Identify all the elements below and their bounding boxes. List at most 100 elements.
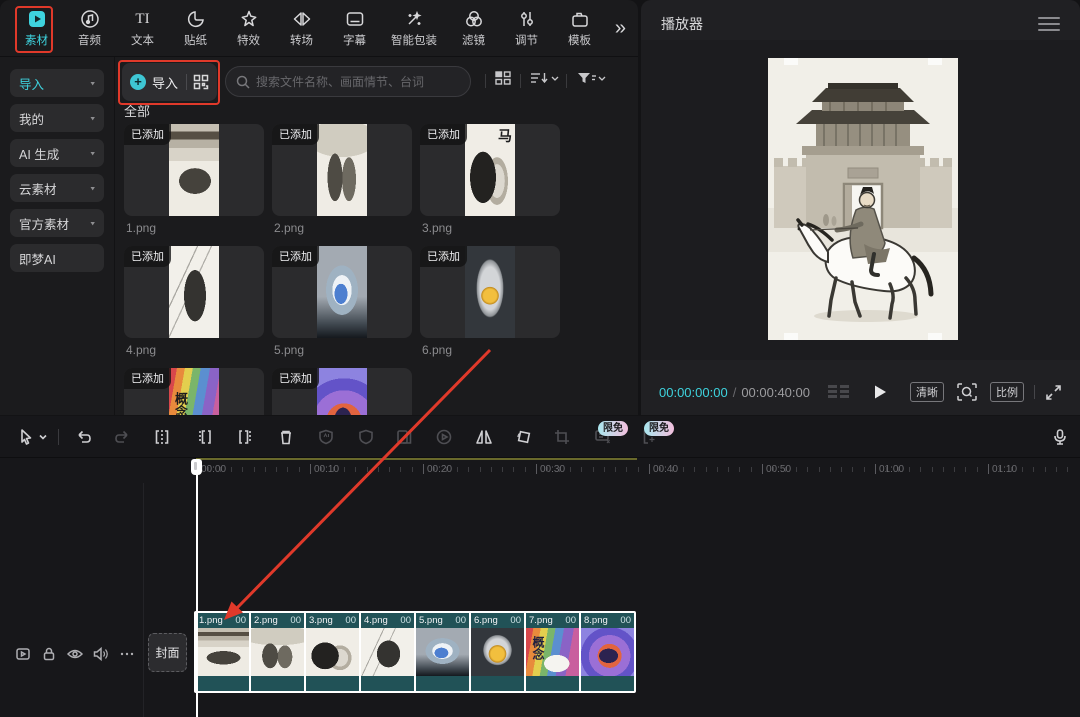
section-label-all: 全部 — [124, 101, 150, 120]
shield-icon[interactable] — [354, 425, 378, 449]
ruler-tick-minor — [999, 467, 1000, 472]
rotate-icon[interactable] — [512, 425, 536, 449]
ruler-tick-minor — [378, 467, 379, 472]
sidebar-item-ai-generate[interactable]: AI 生成▾ — [10, 139, 104, 167]
mute-track-icon[interactable] — [92, 645, 110, 663]
timeline-clip-2[interactable]: 2.png00 — [251, 613, 304, 691]
media-card-7[interactable]: 概念 已添加 — [124, 368, 264, 415]
filter-funnel-icon[interactable] — [576, 69, 606, 92]
added-badge: 已添加 — [272, 368, 319, 389]
sticker-icon — [185, 8, 207, 30]
player-menu-icon[interactable] — [1038, 17, 1060, 31]
ruler-tick-minor — [965, 467, 966, 472]
ruler-tick-major — [988, 464, 989, 474]
nav-subtitle[interactable]: 字幕 — [328, 8, 381, 48]
nav-text[interactable]: TI 文本 — [116, 8, 169, 48]
grid-view-icon[interactable] — [494, 69, 512, 92]
nav-material[interactable]: 素材 — [10, 8, 63, 48]
media-card-2[interactable]: 已添加 — [272, 124, 412, 216]
divider — [485, 74, 486, 88]
clip-thumbnail — [251, 628, 304, 676]
nav-more-chevron[interactable]: » — [615, 17, 624, 40]
ruler-tick-minor — [1022, 467, 1023, 472]
clip-footer — [471, 676, 524, 691]
nav-adjust[interactable]: 调节 — [500, 8, 553, 48]
clip-duration: 00 — [345, 615, 356, 626]
media-card-3[interactable]: 马 已添加 — [420, 124, 560, 216]
ruler-tick-minor — [886, 467, 887, 472]
nav-sticker[interactable]: 贴纸 — [169, 8, 222, 48]
hide-track-icon[interactable] — [66, 645, 84, 663]
nav-filter[interactable]: 滤镜 — [447, 8, 500, 48]
timeline-clip-8[interactable]: 8.png00 — [581, 613, 634, 691]
search-bar[interactable] — [225, 66, 471, 97]
clarity-button[interactable]: 清晰 — [910, 382, 944, 402]
track-more-icon[interactable] — [118, 645, 136, 663]
redo-button[interactable] — [110, 425, 134, 449]
sidebar-label: 导入 — [19, 74, 44, 93]
media-card-8[interactable]: 已添加 — [272, 368, 412, 415]
fullscreen-icon[interactable] — [1045, 384, 1062, 401]
frame-view-icon[interactable] — [826, 383, 852, 401]
sort-order-icon[interactable] — [529, 69, 559, 92]
trim-left-icon[interactable] — [192, 425, 216, 449]
sidebar-item-import[interactable]: 导入▾ — [10, 69, 104, 97]
split-clip-icon[interactable] — [150, 425, 174, 449]
mirror-flip-icon[interactable] — [472, 425, 496, 449]
timeline-clip-5[interactable]: 5.png00 — [416, 613, 469, 691]
media-card-5[interactable]: 已添加 — [272, 246, 412, 338]
lock-track-icon[interactable] — [40, 645, 58, 663]
ratio-button[interactable]: 比例 — [990, 382, 1024, 402]
overlay-copy-icon[interactable] — [392, 425, 416, 449]
trim-right-icon[interactable] — [234, 425, 258, 449]
timeline-clip-1[interactable]: 1.png00 — [196, 613, 249, 691]
nav-smart-package[interactable]: 智能包装 — [381, 8, 447, 48]
playhead-handle[interactable] — [191, 459, 202, 475]
nav-audio[interactable]: 音频 — [63, 8, 116, 48]
undo-button[interactable] — [72, 425, 96, 449]
sidebar-label: 即梦AI — [19, 249, 56, 268]
qr-scan-icon[interactable] — [193, 74, 209, 90]
timeline-clip-7[interactable]: 7.png00概念 — [526, 613, 579, 691]
cursor-dropdown-chevron[interactable] — [36, 425, 50, 449]
sidebar-item-jimeng-ai[interactable]: 即梦AI — [10, 244, 104, 272]
timeline-clip-6[interactable]: 6.png00 — [471, 613, 524, 691]
sidebar-item-cloud-material[interactable]: 云素材▾ — [10, 174, 104, 202]
nav-transition[interactable]: 转场 — [275, 8, 328, 48]
ai-shield-icon[interactable] — [314, 425, 338, 449]
ruler-tick-minor — [660, 467, 661, 472]
clip-duration: 00 — [235, 615, 246, 626]
delete-button[interactable] — [274, 425, 298, 449]
ruler-tick-minor — [570, 467, 571, 472]
ruler-tick-minor — [581, 467, 582, 472]
media-card-1[interactable]: 已添加 — [124, 124, 264, 216]
cover-button[interactable]: 封面 — [148, 633, 187, 672]
preview-zoom-icon[interactable] — [956, 382, 978, 402]
ruler-tick-minor — [909, 467, 910, 472]
sidebar-item-mine[interactable]: 我的▾ — [10, 104, 104, 132]
clip-footer — [306, 676, 359, 691]
timeline-clip-4[interactable]: 4.png00 — [361, 613, 414, 691]
ruler-tick-minor — [638, 467, 639, 472]
ruler-tick-minor — [547, 467, 548, 472]
nav-template[interactable]: 模板 — [553, 8, 606, 48]
preview-play-icon[interactable] — [432, 425, 456, 449]
ruler-tick-minor — [502, 467, 503, 472]
nav-effects[interactable]: 特效 — [222, 8, 275, 48]
crop-icon[interactable] — [550, 425, 574, 449]
search-input[interactable] — [256, 75, 456, 89]
select-cursor-tool[interactable] — [14, 425, 38, 449]
timeline-ruler[interactable]: 00:0000:1000:2000:3000:4000:5001:0001:10 — [0, 459, 1080, 483]
play-button[interactable] — [872, 384, 888, 400]
clip-name: 7.png — [529, 615, 553, 626]
media-card-4[interactable]: 已添加 — [124, 246, 264, 338]
microphone-icon[interactable] — [1048, 425, 1072, 449]
ruler-tick-minor — [1045, 467, 1046, 472]
sidebar-item-official-material[interactable]: 官方素材▾ — [10, 209, 104, 237]
media-card-6[interactable]: 已添加 — [420, 246, 560, 338]
ruler-tick-minor — [943, 467, 944, 472]
thumbnail-ink-horses: 马 — [465, 124, 515, 216]
timeline-clip-3[interactable]: 3.png00 — [306, 613, 359, 691]
divider — [58, 429, 59, 445]
import-button[interactable]: + 导入 — [122, 63, 217, 101]
